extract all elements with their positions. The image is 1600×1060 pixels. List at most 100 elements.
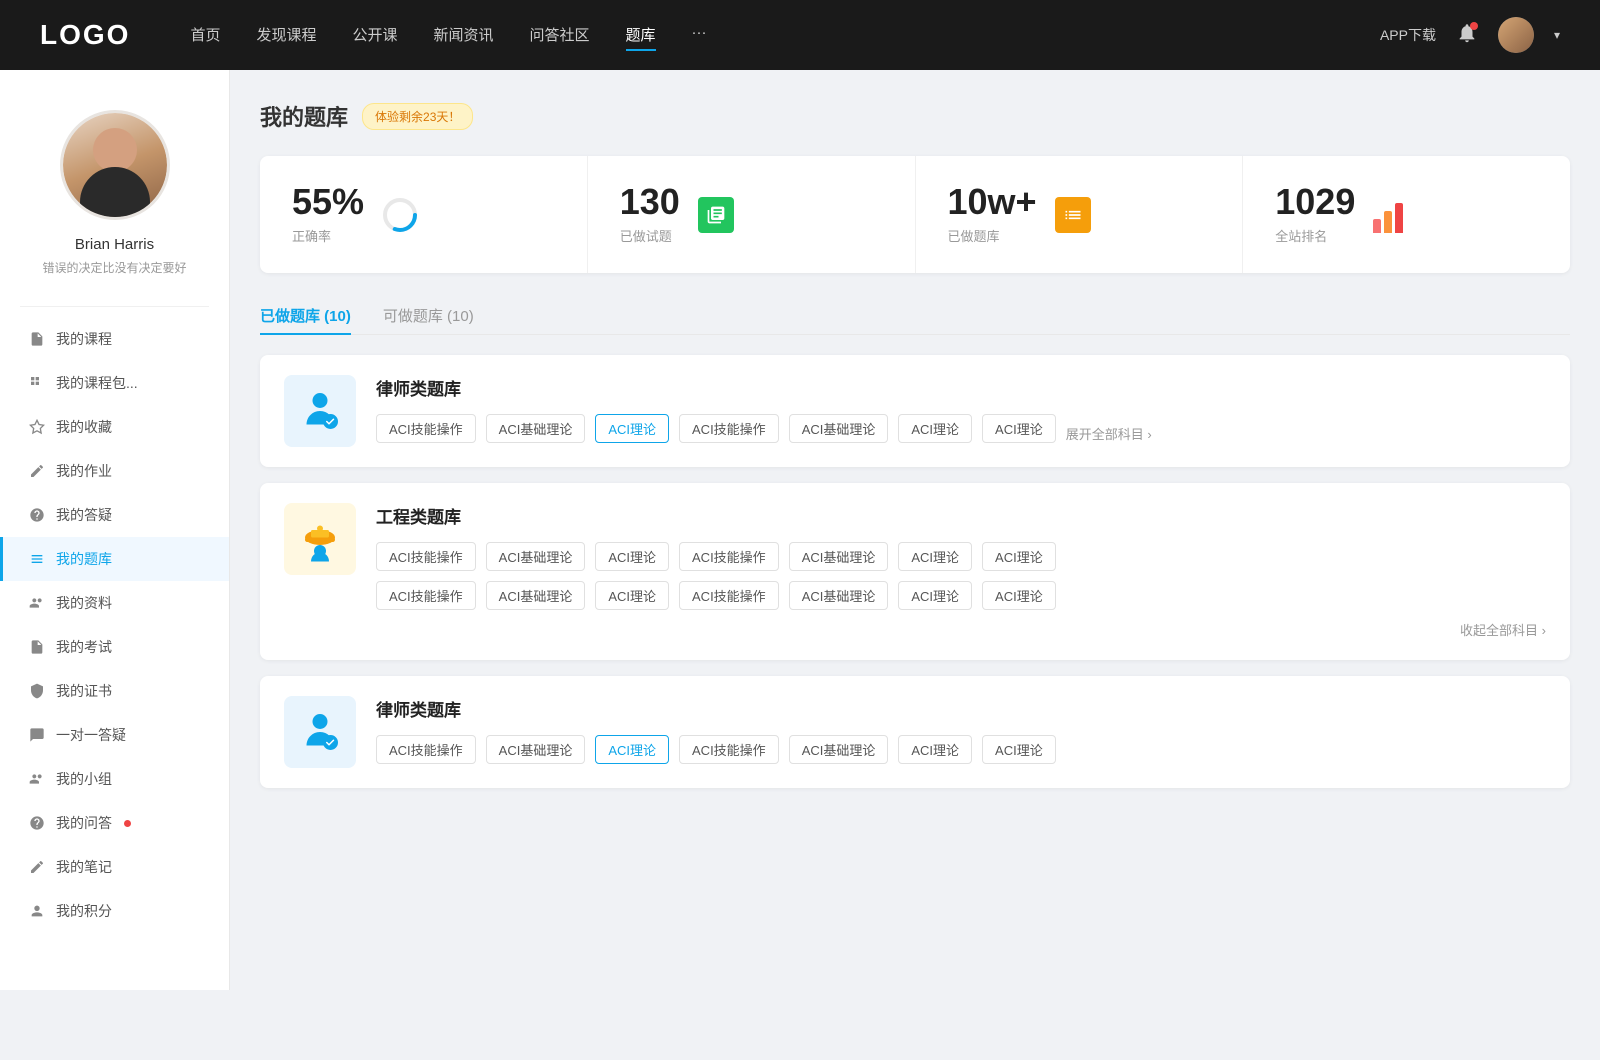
sidebar-label-my-qa: 我的问答 xyxy=(56,813,112,833)
tag-eng-skill-2[interactable]: ACI技能操作 xyxy=(679,542,779,571)
sidebar-item-exams[interactable]: 我的考试 xyxy=(0,625,229,669)
sidebar-item-materials[interactable]: 我的资料 xyxy=(0,581,229,625)
tag-aci-theory-active-1[interactable]: ACI理论 xyxy=(595,414,669,443)
bank-card-lawyer-1: 律师类题库 ACI技能操作 ACI基础理论 ACI理论 ACI技能操作 ACI基… xyxy=(260,355,1570,467)
app-download-button[interactable]: APP下载 xyxy=(1380,25,1436,45)
tag-l2-basic-1[interactable]: ACI基础理论 xyxy=(486,735,586,764)
profile-motto: 错误的决定比没有决定要好 xyxy=(42,259,186,276)
sidebar-item-question-bank[interactable]: 我的题库 xyxy=(0,537,229,581)
engineer-icon-svg xyxy=(296,515,344,563)
tag-eng-theory-2[interactable]: ACI理论 xyxy=(898,542,972,571)
sidebar-item-my-qa[interactable]: 我的问答 xyxy=(0,801,229,845)
nav-home[interactable]: 首页 xyxy=(190,20,220,51)
tab-done[interactable]: 已做题库 (10) xyxy=(260,297,351,334)
tag-aci-skill-1[interactable]: ACI技能操作 xyxy=(376,414,476,443)
questions-done-icon xyxy=(696,195,736,235)
tag-eng-theory-3[interactable]: ACI理论 xyxy=(982,542,1056,571)
profile-name: Brian Harris xyxy=(75,236,154,253)
tag-eng-theory-1[interactable]: ACI理论 xyxy=(595,542,669,571)
stat-accuracy-value: 55% xyxy=(292,184,364,220)
tag-eng-basic-2[interactable]: ACI基础理论 xyxy=(789,542,889,571)
tag-eng-skill-3[interactable]: ACI技能操作 xyxy=(376,581,476,610)
tag-l2-theory-active[interactable]: ACI理论 xyxy=(595,735,669,764)
tag-l2-theory-3[interactable]: ACI理论 xyxy=(982,735,1056,764)
main-content: 我的题库 体验剩余23天！ 55% 正确率 xyxy=(230,70,1600,990)
bar-3 xyxy=(1395,203,1403,233)
sidebar-item-my-courses[interactable]: 我的课程 xyxy=(0,317,229,361)
sidebar-item-favorites[interactable]: 我的收藏 xyxy=(0,405,229,449)
sidebar-item-certificates[interactable]: 我的证书 xyxy=(0,669,229,713)
profile-avatar xyxy=(60,110,170,220)
nav-qa[interactable]: 问答社区 xyxy=(530,20,590,51)
tag-eng-theory-5[interactable]: ACI理论 xyxy=(898,581,972,610)
main-layout: Brian Harris 错误的决定比没有决定要好 我的课程 我的课程包... xyxy=(0,70,1600,990)
tag-eng-theory-6[interactable]: ACI理论 xyxy=(982,581,1056,610)
tag-aci-theory-3[interactable]: ACI理论 xyxy=(982,414,1056,443)
expand-lawyer-1[interactable]: 展开全部科目 › xyxy=(1066,424,1152,443)
qa-notification-dot xyxy=(124,820,131,827)
tag-eng-basic-1[interactable]: ACI基础理论 xyxy=(486,542,586,571)
tag-aci-basic-2[interactable]: ACI基础理论 xyxy=(789,414,889,443)
stat-ranking-value: 1029 xyxy=(1275,184,1355,220)
sidebar-label-questions: 我的答疑 xyxy=(56,505,112,525)
sidebar-item-points[interactable]: 我的积分 xyxy=(0,889,229,933)
logo: LOGO xyxy=(40,19,130,51)
stat-banks-done-label: 已做题库 xyxy=(948,226,1037,245)
tag-aci-theory-2[interactable]: ACI理论 xyxy=(898,414,972,443)
tag-eng-basic-3[interactable]: ACI基础理论 xyxy=(486,581,586,610)
sidebar-item-homework[interactable]: 我的作业 xyxy=(0,449,229,493)
header: LOGO 首页 发现课程 公开课 新闻资讯 问答社区 题库 ··· APP下载 … xyxy=(0,0,1600,70)
bar-2 xyxy=(1384,211,1392,233)
tag-l2-skill-2[interactable]: ACI技能操作 xyxy=(679,735,779,764)
tag-l2-skill-1[interactable]: ACI技能操作 xyxy=(376,735,476,764)
list-icon xyxy=(1055,197,1091,233)
tag-aci-basic-1[interactable]: ACI基础理论 xyxy=(486,414,586,443)
sidebar-item-notes[interactable]: 我的笔记 xyxy=(0,845,229,889)
user-avatar[interactable] xyxy=(1498,17,1534,53)
bank-card-engineer: 工程类题库 ACI技能操作 ACI基础理论 ACI理论 ACI技能操作 ACI基… xyxy=(260,483,1570,660)
sidebar-item-group[interactable]: 我的小组 xyxy=(0,757,229,801)
group-icon xyxy=(28,770,46,788)
tab-available[interactable]: 可做题库 (10) xyxy=(383,297,474,334)
bank-content-lawyer-1: 律师类题库 ACI技能操作 ACI基础理论 ACI理论 ACI技能操作 ACI基… xyxy=(376,375,1546,443)
nav-news[interactable]: 新闻资讯 xyxy=(434,20,494,51)
stat-ranking: 1029 全站排名 xyxy=(1243,156,1570,273)
page-header: 我的题库 体验剩余23天！ xyxy=(260,100,1570,132)
bank-icon-lawyer-1 xyxy=(284,375,356,447)
tag-aci-skill-2[interactable]: ACI技能操作 xyxy=(679,414,779,443)
sidebar-item-one-on-one[interactable]: 一对一答疑 xyxy=(0,713,229,757)
nav-open-course[interactable]: 公开课 xyxy=(352,20,397,51)
sidebar-label-question-bank: 我的题库 xyxy=(56,549,112,569)
stat-banks-done: 10w+ 已做题库 xyxy=(916,156,1244,273)
sidebar-label-course-package: 我的课程包... xyxy=(56,373,138,393)
user-dropdown-icon[interactable]: ▾ xyxy=(1554,28,1560,42)
sidebar-item-questions[interactable]: 我的答疑 xyxy=(0,493,229,537)
tag-l2-basic-2[interactable]: ACI基础理论 xyxy=(789,735,889,764)
nav-discover[interactable]: 发现课程 xyxy=(256,20,316,51)
sidebar-label-materials: 我的资料 xyxy=(56,593,112,613)
tag-eng-basic-4[interactable]: ACI基础理论 xyxy=(789,581,889,610)
course-icon xyxy=(28,330,46,348)
nav-questions[interactable]: 题库 xyxy=(626,20,656,51)
collapse-engineer[interactable]: 收起全部科目 › xyxy=(1460,623,1546,638)
question-icon xyxy=(28,506,46,524)
sidebar: Brian Harris 错误的决定比没有决定要好 我的课程 我的课程包... xyxy=(0,70,230,990)
bank-icon-engineer xyxy=(284,503,356,575)
sidebar-label-my-courses: 我的课程 xyxy=(56,329,112,349)
homework-icon xyxy=(28,462,46,480)
stat-questions-done-label: 已做试题 xyxy=(620,226,680,245)
stat-questions-done-text: 130 已做试题 xyxy=(620,184,680,245)
sidebar-label-notes: 我的笔记 xyxy=(56,857,112,877)
tag-eng-skill-4[interactable]: ACI技能操作 xyxy=(679,581,779,610)
tag-eng-skill-1[interactable]: ACI技能操作 xyxy=(376,542,476,571)
tag-l2-theory-2[interactable]: ACI理论 xyxy=(898,735,972,764)
sidebar-divider xyxy=(20,306,209,307)
bank-icon-lawyer-2 xyxy=(284,696,356,768)
tag-eng-theory-4[interactable]: ACI理论 xyxy=(595,581,669,610)
bank-card-lawyer-2: 律师类题库 ACI技能操作 ACI基础理论 ACI理论 ACI技能操作 ACI基… xyxy=(260,676,1570,788)
nav-more[interactable]: ··· xyxy=(692,20,707,51)
bank-tags-lawyer-1: ACI技能操作 ACI基础理论 ACI理论 ACI技能操作 ACI基础理论 AC… xyxy=(376,414,1546,443)
notification-bell[interactable] xyxy=(1456,22,1478,49)
sidebar-item-course-package[interactable]: 我的课程包... xyxy=(0,361,229,405)
one-on-one-icon xyxy=(28,726,46,744)
